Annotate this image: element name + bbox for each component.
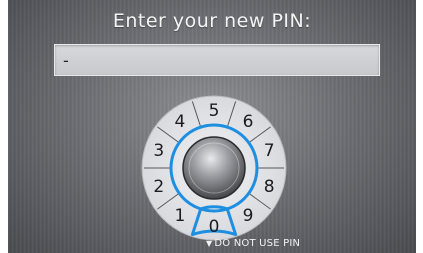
dial-digit-6[interactable]: 6 <box>243 112 254 132</box>
dial-digit-1[interactable]: 1 <box>174 206 185 226</box>
dial-digit-3[interactable]: 3 <box>153 141 164 161</box>
pin-input[interactable]: - <box>54 44 380 76</box>
dial-digit-9[interactable]: 9 <box>243 206 254 226</box>
hint-label: DO NOT USE PIN <box>214 238 301 249</box>
dial-digit-0[interactable]: 0 <box>209 217 220 237</box>
dial-digit-8[interactable]: 8 <box>264 177 275 197</box>
pin-entry-screen: Enter your new PIN: - 0 12 34 5 67 89 ▼ DO NOT… <box>8 0 416 253</box>
dial-digit-4[interactable]: 4 <box>174 112 185 132</box>
dial-digit-5[interactable]: 5 <box>209 101 220 121</box>
do-not-use-pin-hint[interactable]: ▼ DO NOT USE PIN <box>206 238 300 249</box>
page-title: Enter your new PIN: <box>112 10 312 32</box>
pin-value: - <box>63 51 69 70</box>
digit-dial[interactable]: 0 12 34 5 67 89 <box>139 93 289 243</box>
dial-digit-7[interactable]: 7 <box>264 141 275 161</box>
down-arrow-icon: ▼ <box>206 239 213 248</box>
dial-digit-2[interactable]: 2 <box>153 177 164 197</box>
dial-knob[interactable] <box>182 136 246 200</box>
